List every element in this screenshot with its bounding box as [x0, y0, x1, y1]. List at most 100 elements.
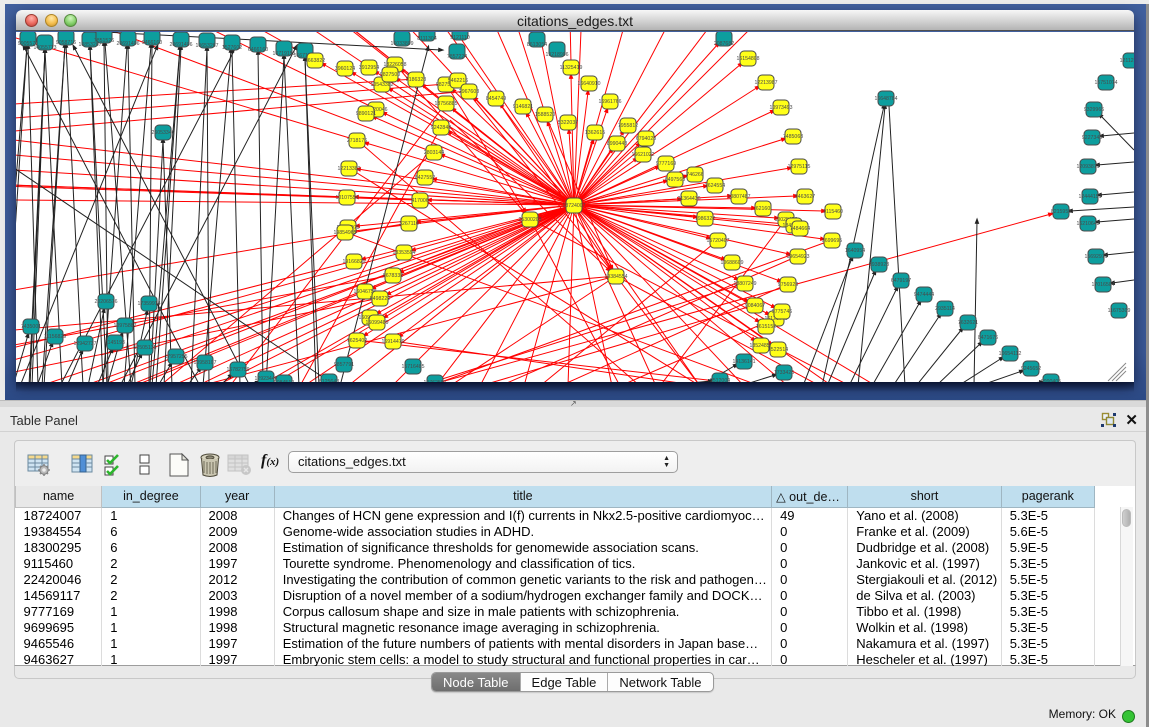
svg-text:15716485: 15716485: [401, 364, 424, 370]
svg-text:2522514: 2522514: [768, 347, 788, 353]
svg-text:5938923: 5938923: [869, 262, 889, 268]
svg-text:2718176: 2718176: [347, 138, 367, 144]
svg-text:16621022: 16621022: [631, 152, 654, 158]
svg-text:15720407: 15720407: [706, 238, 729, 244]
svg-text:9775746: 9775746: [772, 309, 792, 315]
svg-text:16648784: 16648784: [874, 96, 897, 102]
svg-text:16033809: 16033809: [390, 41, 413, 47]
svg-text:7632621: 7632621: [958, 320, 978, 326]
svg-text:26053346: 26053346: [151, 130, 174, 136]
svg-text:9084512: 9084512: [274, 380, 294, 382]
svg-text:10807487: 10807487: [727, 194, 750, 200]
svg-text:19854965: 19854965: [333, 230, 356, 236]
svg-text:10762551: 10762551: [423, 380, 446, 382]
svg-text:1588520: 1588520: [535, 112, 555, 118]
svg-text:9699695: 9699695: [822, 238, 842, 244]
svg-text:9227343: 9227343: [1082, 135, 1102, 141]
svg-text:10653267: 10653267: [195, 43, 218, 49]
svg-text:11156829: 11156829: [44, 334, 66, 340]
svg-text:6466160: 6466160: [248, 47, 268, 53]
svg-text:9857791: 9857791: [334, 362, 354, 368]
svg-text:10719155: 10719155: [272, 51, 295, 57]
svg-text:16914479: 16914479: [381, 339, 404, 345]
svg-text:8678332: 8678332: [383, 273, 403, 279]
svg-text:12213987: 12213987: [754, 80, 777, 86]
svg-text:3624554: 3624554: [705, 183, 725, 189]
svg-text:1145193: 1145193: [105, 340, 125, 346]
svg-text:1362615: 1362615: [585, 130, 605, 136]
svg-text:8613054: 8613054: [527, 42, 547, 48]
svg-text:7986322: 7986322: [695, 216, 715, 222]
svg-text:8111304: 8111304: [417, 36, 437, 42]
svg-text:62160: 62160: [756, 206, 771, 212]
svg-text:6479197: 6479197: [891, 278, 911, 284]
svg-text:12505135: 12505135: [133, 345, 156, 351]
svg-text:8125648: 8125648: [319, 379, 339, 382]
svg-text:14136141: 14136141: [732, 359, 755, 365]
svg-text:9058716: 9058716: [56, 40, 76, 46]
svg-text:16210643: 16210643: [1076, 221, 1099, 227]
svg-text:7851526: 7851526: [94, 38, 114, 44]
svg-text:9115460: 9115460: [823, 209, 843, 215]
svg-text:2967608: 2967608: [459, 89, 479, 95]
svg-text:12112732: 12112732: [1120, 58, 1134, 64]
svg-text:5498222: 5498222: [370, 296, 390, 302]
svg-text:5462216: 5462216: [448, 78, 468, 84]
svg-text:15751074: 15751074: [1094, 80, 1117, 86]
svg-text:14055713: 14055713: [33, 45, 56, 51]
svg-text:7435001: 7435001: [21, 324, 41, 330]
svg-text:10958107: 10958107: [193, 360, 216, 366]
svg-text:3912954: 3912954: [359, 65, 379, 71]
svg-text:11325419: 11325419: [560, 65, 583, 71]
svg-text:12942737: 12942737: [73, 341, 96, 347]
svg-text:9756928: 9756928: [778, 282, 798, 288]
svg-text:9463627: 9463627: [795, 194, 815, 200]
svg-text:9512004: 9512004: [710, 378, 730, 382]
svg-text:9084067: 9084067: [745, 303, 765, 309]
svg-text:9990405: 9990405: [1041, 379, 1061, 382]
svg-text:6794028: 6794028: [636, 136, 656, 142]
svg-text:12093871: 12093871: [1076, 164, 1099, 170]
svg-text:10107554: 10107554: [335, 195, 358, 201]
svg-text:8215958: 8215958: [1051, 209, 1071, 215]
svg-text:13353594: 13353594: [392, 250, 415, 256]
svg-text:13756885: 13756885: [434, 101, 457, 107]
svg-text:16154808: 16154808: [736, 56, 759, 62]
svg-text:7484664: 7484664: [790, 226, 810, 232]
svg-text:1615152: 1615152: [756, 324, 776, 330]
svg-text:9777169: 9777169: [656, 161, 676, 167]
svg-text:417006: 417006: [411, 198, 428, 204]
svg-text:21364436: 21364436: [677, 196, 700, 202]
svg-text:9329966: 9329966: [1084, 107, 1104, 113]
svg-text:3267110: 3267110: [399, 221, 419, 227]
svg-text:20206576: 20206576: [94, 299, 117, 305]
svg-text:17016504: 17016504: [1091, 282, 1114, 288]
svg-text:7857224: 7857224: [447, 54, 467, 60]
svg-text:6497568: 6497568: [665, 177, 685, 183]
svg-text:12444151: 12444151: [1078, 194, 1101, 200]
svg-text:10975887: 10975887: [113, 323, 136, 329]
svg-text:20691406: 20691406: [169, 42, 192, 48]
svg-text:10973493: 10973493: [769, 105, 792, 111]
svg-text:9245652: 9245652: [1021, 366, 1041, 372]
svg-text:15692971: 15692971: [1084, 254, 1107, 260]
svg-text:9466160: 9466160: [142, 40, 162, 46]
svg-text:746266: 746266: [686, 172, 703, 178]
svg-text:16961766: 16961766: [598, 99, 621, 105]
svg-text:7955812: 7955812: [618, 123, 638, 129]
svg-text:19218906: 19218906: [545, 52, 568, 58]
svg-text:2935114: 2935114: [935, 306, 955, 312]
svg-text:7485063: 7485063: [783, 134, 803, 140]
svg-text:5322037: 5322037: [558, 120, 578, 126]
svg-text:11675309: 11675309: [1108, 308, 1131, 314]
svg-text:17957255: 17957255: [164, 354, 187, 360]
svg-text:10688609: 10688609: [720, 260, 743, 266]
svg-text:16640910: 16640910: [577, 81, 600, 87]
svg-text:10543382: 10543382: [370, 82, 393, 88]
svg-text:19384554: 19384554: [604, 274, 627, 280]
svg-text:3960124: 3960124: [335, 66, 355, 72]
svg-text:8471676: 8471676: [978, 335, 998, 341]
svg-text:20691406: 20691406: [116, 41, 139, 47]
svg-text:25300203: 25300203: [518, 217, 541, 223]
svg-text:18807249: 18807249: [733, 281, 756, 287]
